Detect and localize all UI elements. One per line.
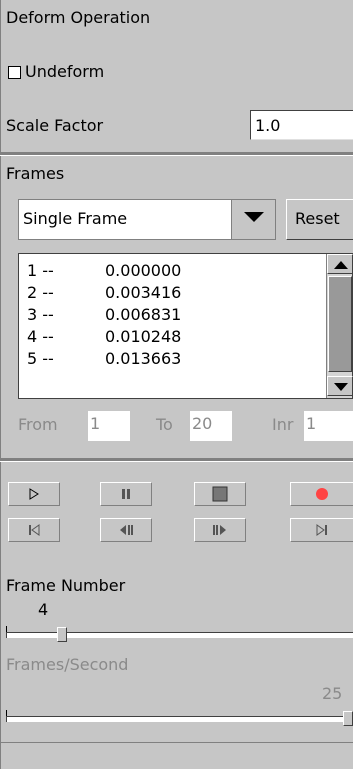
skip-to-end-button[interactable] — [290, 518, 353, 542]
slider-track — [6, 716, 353, 722]
undeform-checkbox[interactable] — [8, 66, 21, 79]
slider-thumb[interactable] — [56, 627, 67, 642]
frames-list[interactable]: 1 -- 0.000000 2 -- 0.003416 3 -- 0.006831 4… — [18, 253, 353, 399]
pause-button[interactable] — [100, 482, 152, 506]
inr-label: Inr — [272, 415, 294, 434]
fps-label: Frames/Second — [6, 655, 129, 674]
bottom-divider — [0, 742, 353, 743]
inr-input[interactable]: 1 — [304, 411, 353, 441]
reset-button[interactable]: Reset — [286, 199, 353, 240]
to-input[interactable]: 20 — [190, 411, 232, 441]
scroll-up-button[interactable] — [327, 254, 353, 274]
scale-factor-label: Scale Factor — [6, 116, 104, 135]
list-item[interactable]: 5 -- 0.013663 — [27, 348, 181, 370]
reset-button-label: Reset — [295, 209, 340, 228]
step-forward-button[interactable] — [194, 518, 246, 542]
stop-button[interactable] — [194, 482, 246, 506]
list-item[interactable]: 1 -- 0.000000 — [27, 260, 181, 282]
frame-mode-value: Single Frame — [23, 209, 128, 228]
record-button[interactable] — [290, 482, 353, 506]
record-icon — [316, 488, 328, 500]
pause-icon — [122, 489, 130, 499]
frames-panel-title: Frames — [6, 164, 65, 183]
stop-icon — [212, 486, 228, 502]
arrow-down-icon — [334, 383, 348, 391]
list-item[interactable]: 2 -- 0.003416 — [27, 282, 181, 304]
chevron-down-icon — [244, 212, 264, 222]
undeform-label: Undeform — [25, 62, 105, 81]
scroll-down-button[interactable] — [327, 376, 353, 396]
play-button[interactable] — [8, 482, 60, 506]
skip-to-end-icon — [316, 524, 327, 536]
section-divider-highlight — [0, 155, 353, 156]
play-icon — [29, 488, 39, 500]
deform-panel-title: Deform Operation — [6, 8, 151, 27]
step-back-button[interactable] — [100, 518, 152, 542]
frame-number-value: 4 — [38, 600, 49, 619]
frame-mode-select[interactable]: Single Frame — [18, 199, 276, 240]
frames-list-scrollbar[interactable] — [326, 254, 353, 398]
arrow-up-icon — [334, 261, 348, 269]
slider-tick — [6, 710, 7, 716]
scale-factor-input[interactable] — [250, 110, 353, 140]
skip-to-start-icon — [29, 524, 40, 536]
fps-value: 25 — [322, 684, 343, 703]
left-border — [0, 0, 1, 769]
scroll-thumb[interactable] — [328, 276, 352, 372]
from-input[interactable]: 1 — [88, 411, 130, 441]
slider-tick — [6, 626, 7, 632]
frame-mode-dropdown-button[interactable] — [231, 200, 275, 239]
list-item[interactable]: 4 -- 0.010248 — [27, 326, 181, 348]
from-label: From — [18, 415, 58, 434]
frame-number-label: Frame Number — [6, 576, 126, 595]
step-back-icon — [120, 525, 133, 535]
list-item[interactable]: 3 -- 0.006831 — [27, 304, 181, 326]
step-forward-icon — [213, 525, 226, 535]
section-divider-highlight — [0, 461, 353, 462]
to-label: To — [156, 415, 173, 434]
slider-thumb[interactable] — [343, 711, 353, 726]
skip-to-start-button[interactable] — [8, 518, 60, 542]
